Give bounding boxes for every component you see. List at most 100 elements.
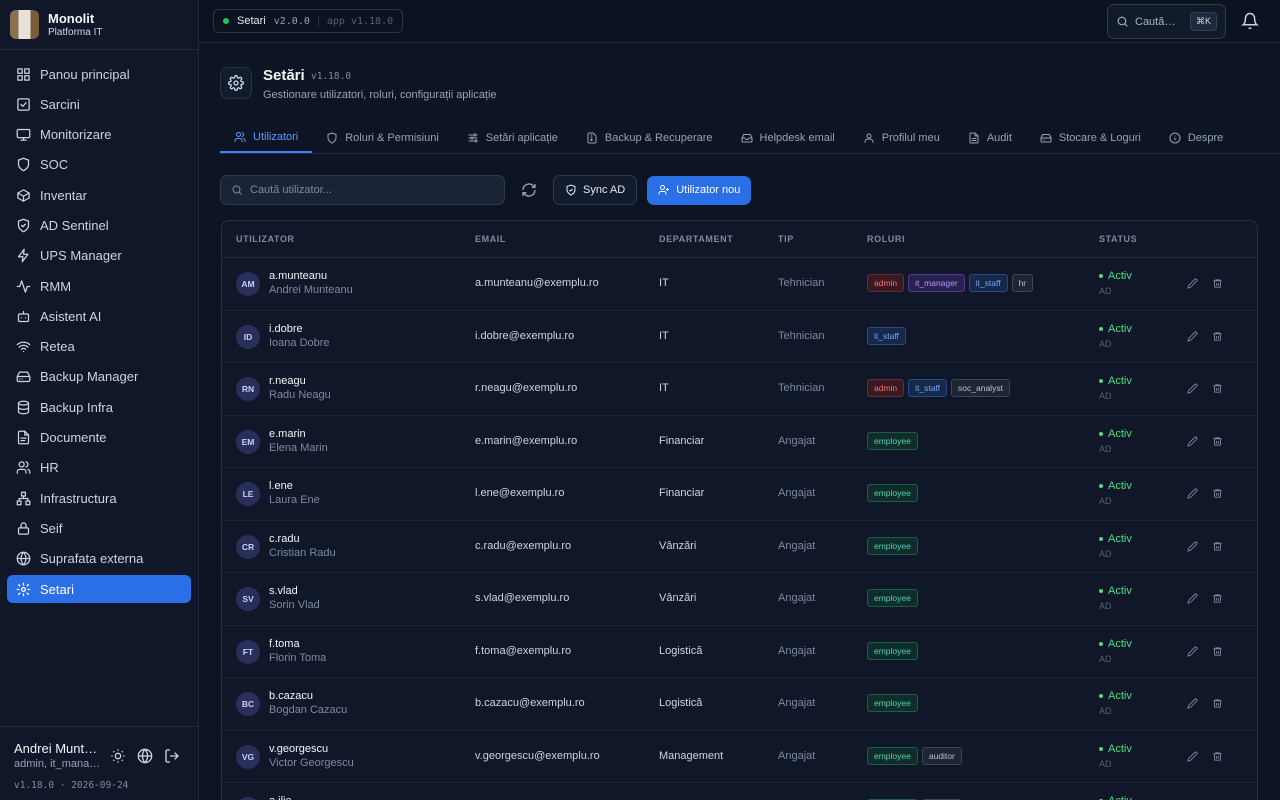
tab-helpdesk-email[interactable]: Helpdesk email bbox=[727, 123, 849, 153]
tab-utilizatori[interactable]: Utilizatori bbox=[220, 123, 313, 153]
table-row[interactable]: EM e.marin Elena Marin e.marin@exemplu.ro Fi… bbox=[222, 416, 1257, 468]
role-badge: hr bbox=[1011, 274, 1034, 292]
user-full-name: Radu Neagu bbox=[269, 389, 331, 401]
tab-roluri-permisiuni[interactable]: Roluri & Permisiuni bbox=[312, 123, 453, 153]
status-dot bbox=[1099, 589, 1103, 593]
edit-pencil-icon[interactable] bbox=[1187, 593, 1198, 604]
edit-pencil-icon[interactable] bbox=[1187, 698, 1198, 709]
user-department: Vânzări bbox=[659, 539, 697, 552]
table-row[interactable]: RN r.neagu Radu Neagu r.neagu@exemplu.ro IT T… bbox=[222, 363, 1257, 416]
table-row[interactable]: SV s.vlad Sorin Vlad s.vlad@exemplu.ro Vânză… bbox=[222, 573, 1257, 626]
theme-toggle-icon[interactable] bbox=[110, 748, 126, 764]
tab-audit[interactable]: Audit bbox=[954, 123, 1026, 153]
user-search-input[interactable]: Caută utilizator... bbox=[220, 175, 505, 205]
table-row[interactable]: LE l.ene Laura Ene l.ene@exemplu.ro Financia… bbox=[222, 468, 1257, 521]
edit-pencil-icon[interactable] bbox=[1187, 436, 1198, 447]
sidebar-nav: Panou principal Sarcini Monitorizare SOC Inv… bbox=[0, 50, 198, 604]
table-row[interactable]: AIa.ilieemployeeauditorActiv bbox=[222, 783, 1257, 800]
user-department: Vânzări bbox=[659, 592, 697, 604]
logout-icon[interactable] bbox=[164, 748, 180, 764]
header-type[interactable]: TIP bbox=[778, 234, 794, 244]
environment-pill[interactable]: Setari v2.0.0 app v1.18.0 bbox=[213, 9, 404, 33]
sidebar-item-ad-sentinel[interactable]: AD Sentinel bbox=[7, 211, 191, 239]
header-user[interactable]: UTILIZATOR bbox=[236, 234, 295, 244]
refresh-icon[interactable] bbox=[521, 182, 537, 198]
sidebar-item-setari[interactable]: Setari bbox=[7, 575, 191, 604]
language-globe-icon[interactable] bbox=[137, 748, 153, 764]
edit-pencil-icon[interactable] bbox=[1187, 646, 1198, 657]
edit-pencil-icon[interactable] bbox=[1187, 278, 1198, 289]
user-department: Financiar bbox=[659, 434, 705, 447]
gear-icon bbox=[16, 582, 31, 596]
edit-pencil-icon[interactable] bbox=[1187, 541, 1198, 552]
monitor-icon bbox=[16, 128, 31, 141]
tab-label: Backup & Recuperare bbox=[604, 132, 713, 144]
delete-trash-icon[interactable] bbox=[1212, 698, 1223, 709]
edit-pencil-icon[interactable] bbox=[1187, 331, 1198, 342]
avatar: EM bbox=[236, 429, 260, 454]
global-search[interactable]: Caută… ⌘K bbox=[1107, 4, 1226, 39]
sidebar-item-suprafata-externa[interactable]: Suprafata externa bbox=[7, 545, 191, 573]
shield-check-icon bbox=[17, 218, 30, 233]
sync-ad-button[interactable]: Sync AD bbox=[553, 175, 638, 205]
table-row[interactable]: CR c.radu Cristian Radu c.radu@exemplu.ro Vâ… bbox=[222, 521, 1257, 573]
delete-trash-icon[interactable] bbox=[1212, 488, 1223, 499]
delete-trash-icon[interactable] bbox=[1212, 331, 1223, 342]
hard-drive-icon bbox=[16, 371, 31, 383]
user-roles: employee bbox=[867, 641, 918, 660]
edit-pencil-icon[interactable] bbox=[1187, 383, 1198, 394]
avatar: LE bbox=[236, 482, 260, 506]
delete-trash-icon[interactable] bbox=[1212, 436, 1223, 447]
delete-trash-icon[interactable] bbox=[1212, 278, 1223, 289]
table-row[interactable]: BC b.cazacu Bogdan Cazacu b.cazacu@exemplu.… bbox=[222, 678, 1257, 731]
delete-trash-icon[interactable] bbox=[1212, 646, 1223, 657]
sidebar-item-monitorizare[interactable]: Monitorizare bbox=[7, 121, 191, 149]
user-email: f.toma@exemplu.ro bbox=[475, 644, 572, 657]
role-badge: employee bbox=[867, 536, 918, 555]
sidebar-item-hr[interactable]: HR bbox=[7, 454, 191, 482]
table-row[interactable]: FT f.toma Florin Toma f.toma@exemplu.ro Logi… bbox=[222, 626, 1257, 678]
edit-pencil-icon[interactable] bbox=[1187, 488, 1198, 499]
sidebar-item-ups-manager[interactable]: UPS Manager bbox=[7, 242, 191, 270]
gear-icon bbox=[228, 75, 244, 91]
user-department: Logistică bbox=[659, 697, 703, 709]
tab-profilul-meu[interactable]: Profilul meu bbox=[849, 123, 954, 153]
tab-setări-aplicație[interactable]: Setări aplicație bbox=[453, 123, 572, 153]
notifications-bell-icon[interactable] bbox=[1241, 12, 1259, 30]
header-department[interactable]: DEPARTAMENT bbox=[659, 234, 733, 244]
sliders-icon bbox=[468, 133, 478, 143]
delete-trash-icon[interactable] bbox=[1212, 383, 1223, 394]
sidebar-item-rmm[interactable]: RMM bbox=[7, 272, 191, 300]
tab-despre[interactable]: Despre bbox=[1155, 123, 1237, 153]
user-roles: employeeauditor bbox=[867, 746, 962, 765]
header-status[interactable]: STATUS bbox=[1099, 234, 1137, 244]
header-email[interactable]: EMAIL bbox=[475, 234, 506, 244]
sidebar-item-backup-manager[interactable]: Backup Manager bbox=[7, 363, 191, 391]
brand[interactable]: Monolit Platforma IT bbox=[0, 0, 198, 50]
role-badge: it_manager bbox=[908, 274, 965, 292]
delete-trash-icon[interactable] bbox=[1212, 593, 1223, 604]
sidebar-item-infrastructura[interactable]: Infrastructura bbox=[7, 484, 191, 512]
sidebar-item-backup-infra[interactable]: Backup Infra bbox=[7, 393, 191, 421]
sidebar-item-asistent-ai[interactable]: Asistent AI bbox=[7, 302, 191, 330]
sidebar-item-inventar[interactable]: Inventar bbox=[7, 181, 191, 209]
table-row[interactable]: VG v.georgescu Victor Georgescu v.georgescu… bbox=[222, 731, 1257, 783]
new-user-button[interactable]: Utilizator nou bbox=[647, 175, 752, 205]
sidebar-item-documente[interactable]: Documente bbox=[7, 424, 191, 452]
new-user-label: Utilizator nou bbox=[676, 184, 741, 196]
user-email: l.ene@exemplu.ro bbox=[475, 487, 565, 499]
sidebar-item-soc[interactable]: SOC bbox=[7, 151, 191, 179]
table-row[interactable]: ID i.dobre Ioana Dobre i.dobre@exemplu.ro IT… bbox=[222, 311, 1257, 363]
delete-trash-icon[interactable] bbox=[1212, 541, 1223, 552]
sidebar-item-panou-principal[interactable]: Panou principal bbox=[7, 60, 191, 88]
status-label: Activ bbox=[1108, 795, 1132, 800]
sidebar-item-retea[interactable]: Retea bbox=[7, 333, 191, 361]
table-row[interactable]: AM a.munteanu Andrei Munteanu a.munteanu@ex… bbox=[222, 258, 1257, 311]
delete-trash-icon[interactable] bbox=[1212, 751, 1223, 762]
sidebar-item-sarcini[interactable]: Sarcini bbox=[7, 90, 191, 118]
sidebar-item-seif[interactable]: Seif bbox=[7, 514, 191, 542]
tab-backup-recuperare[interactable]: Backup & Recuperare bbox=[572, 123, 727, 153]
tab-stocare-loguri[interactable]: Stocare & Loguri bbox=[1026, 123, 1155, 153]
edit-pencil-icon[interactable] bbox=[1187, 751, 1198, 762]
user-full-name: Laura Ene bbox=[269, 494, 320, 506]
